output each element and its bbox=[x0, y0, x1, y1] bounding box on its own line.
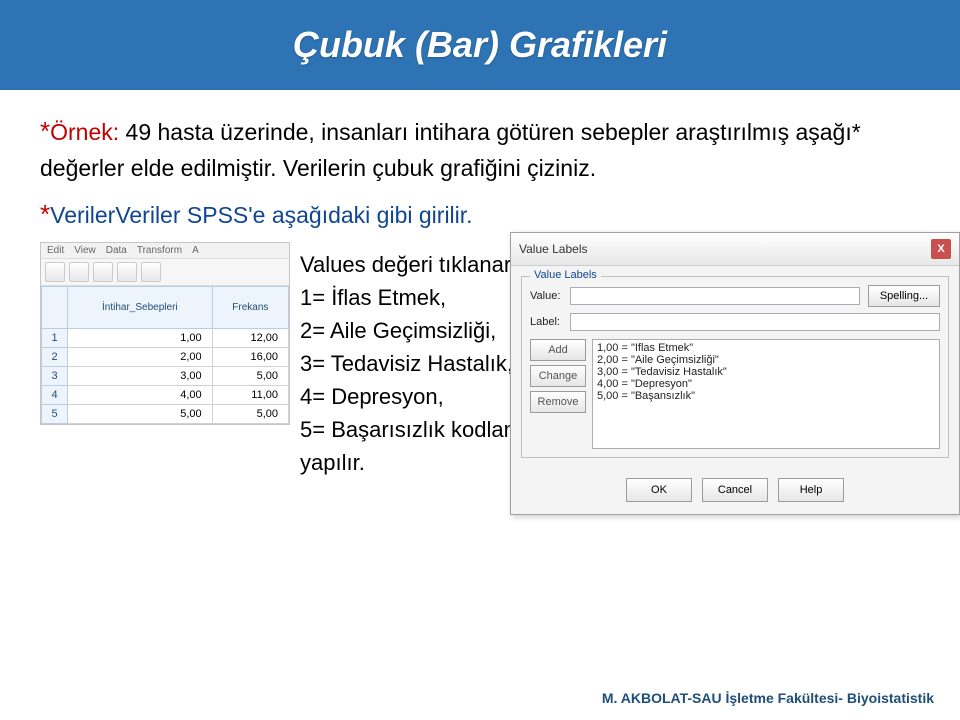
recall-icon[interactable] bbox=[117, 262, 137, 282]
dialog-footer: OK Cancel Help bbox=[511, 468, 959, 514]
dialog-body: Value Labels Value: Spelling... Label: A… bbox=[511, 266, 959, 468]
label-input[interactable] bbox=[570, 313, 940, 331]
paragraph-example: *Örnek: 49 hasta üzerinde, insanları int… bbox=[40, 112, 920, 186]
undo-icon[interactable] bbox=[141, 262, 161, 282]
row-header[interactable]: 4 bbox=[42, 385, 68, 404]
group-caption: Value Labels bbox=[530, 269, 601, 281]
cell[interactable]: 1,00 bbox=[68, 328, 213, 347]
value-labels-group: Value Labels Value: Spelling... Label: A… bbox=[521, 276, 949, 458]
change-button[interactable]: Change bbox=[530, 365, 586, 387]
spss-menu-bar[interactable]: Edit View Data Transform A bbox=[41, 243, 289, 259]
row-header[interactable]: 1 bbox=[42, 328, 68, 347]
menu-item[interactable]: Edit bbox=[47, 245, 64, 256]
slide-title-bar: Çubuk (Bar) Grafikleri bbox=[0, 0, 960, 90]
value-input[interactable] bbox=[570, 287, 860, 305]
label-field-row: Label: bbox=[530, 313, 940, 331]
table-header-row: İntihar_Sebepleri Frekans bbox=[42, 286, 289, 328]
remove-button[interactable]: Remove bbox=[530, 391, 586, 413]
table-row: 44,0011,00 bbox=[42, 385, 289, 404]
row-header[interactable]: 2 bbox=[42, 347, 68, 366]
menu-item[interactable]: View bbox=[74, 245, 96, 256]
corner-cell bbox=[42, 286, 68, 328]
value-label: Value: bbox=[530, 290, 570, 302]
cell[interactable]: 3,00 bbox=[68, 366, 213, 385]
help-button[interactable]: Help bbox=[778, 478, 844, 502]
spelling-button[interactable]: Spelling... bbox=[868, 285, 940, 307]
print-icon[interactable] bbox=[93, 262, 113, 282]
list-item[interactable]: 1,00 = "Iflas Etmek" bbox=[597, 342, 935, 354]
example-label: Örnek: bbox=[50, 119, 119, 145]
cell[interactable]: 2,00 bbox=[68, 347, 213, 366]
slide-title: Çubuk (Bar) Grafikleri bbox=[293, 24, 667, 66]
dialog-titlebar[interactable]: Value Labels X bbox=[511, 233, 959, 266]
bullet-star: * bbox=[40, 116, 50, 146]
cell[interactable]: 12,00 bbox=[212, 328, 288, 347]
row-header[interactable]: 5 bbox=[42, 404, 68, 423]
col-header[interactable]: Frekans bbox=[212, 286, 288, 328]
cell[interactable]: 11,00 bbox=[212, 385, 288, 404]
cancel-button[interactable]: Cancel bbox=[702, 478, 768, 502]
close-icon[interactable]: X bbox=[931, 239, 951, 259]
table-row: 33,005,00 bbox=[42, 366, 289, 385]
example-text: 49 hasta üzerinde, insanları intihara gö… bbox=[40, 119, 861, 181]
spss-data-grid: İntihar_Sebepleri Frekans 11,0012,00 22,… bbox=[41, 286, 289, 424]
cell[interactable]: 5,00 bbox=[212, 366, 288, 385]
add-button[interactable]: Add bbox=[530, 339, 586, 361]
spss-data-view: Edit View Data Transform A İntihar_Sebep… bbox=[40, 242, 290, 425]
value-labels-listbox[interactable]: 1,00 = "Iflas Etmek" 2,00 = "Aile Geçims… bbox=[592, 339, 940, 449]
cell[interactable]: 16,00 bbox=[212, 347, 288, 366]
menu-item[interactable]: Transform bbox=[137, 245, 182, 256]
table-row: 55,005,00 bbox=[42, 404, 289, 423]
table-row: 22,0016,00 bbox=[42, 347, 289, 366]
cell[interactable]: 5,00 bbox=[68, 404, 213, 423]
menu-item[interactable]: A bbox=[192, 245, 199, 256]
save-icon[interactable] bbox=[69, 262, 89, 282]
table-row: 11,0012,00 bbox=[42, 328, 289, 347]
cell[interactable]: 4,00 bbox=[68, 385, 213, 404]
list-item[interactable]: 3,00 = "Tedavisiz Hastalık" bbox=[597, 366, 935, 378]
spss-toolbar bbox=[41, 259, 289, 286]
instruction-text: VerilerVeriler SPSS'e aşağıdaki gibi gir… bbox=[50, 202, 472, 228]
open-icon[interactable] bbox=[45, 262, 65, 282]
value-field-row: Value: Spelling... bbox=[530, 285, 940, 307]
cell[interactable]: 5,00 bbox=[212, 404, 288, 423]
bullet-star: * bbox=[40, 199, 50, 229]
lower-area: Edit View Data Transform A İntihar_Sebep… bbox=[40, 242, 920, 622]
ok-button[interactable]: OK bbox=[626, 478, 692, 502]
paragraph-instruction: *VerilerVeriler SPSS'e aşağıdaki gibi gi… bbox=[40, 196, 920, 232]
list-area: Add Change Remove 1,00 = "Iflas Etmek" 2… bbox=[530, 339, 940, 449]
list-item[interactable]: 4,00 = "Depresyon" bbox=[597, 378, 935, 390]
slide-footer: M. AKBOLAT-SAU İşletme Fakültesi- Biyois… bbox=[602, 690, 934, 706]
list-item[interactable]: 5,00 = "Başansızlık" bbox=[597, 390, 935, 402]
value-labels-dialog: Value Labels X Value Labels Value: Spell… bbox=[510, 232, 960, 515]
menu-item[interactable]: Data bbox=[106, 245, 127, 256]
list-item[interactable]: 2,00 = "Aile Geçimsizliği" bbox=[597, 354, 935, 366]
dialog-title-text: Value Labels bbox=[519, 242, 588, 256]
row-header[interactable]: 3 bbox=[42, 366, 68, 385]
col-header[interactable]: İntihar_Sebepleri bbox=[68, 286, 213, 328]
label-label: Label: bbox=[530, 316, 570, 328]
slide-content: *Örnek: 49 hasta üzerinde, insanları int… bbox=[0, 90, 960, 622]
list-buttons: Add Change Remove bbox=[530, 339, 586, 449]
